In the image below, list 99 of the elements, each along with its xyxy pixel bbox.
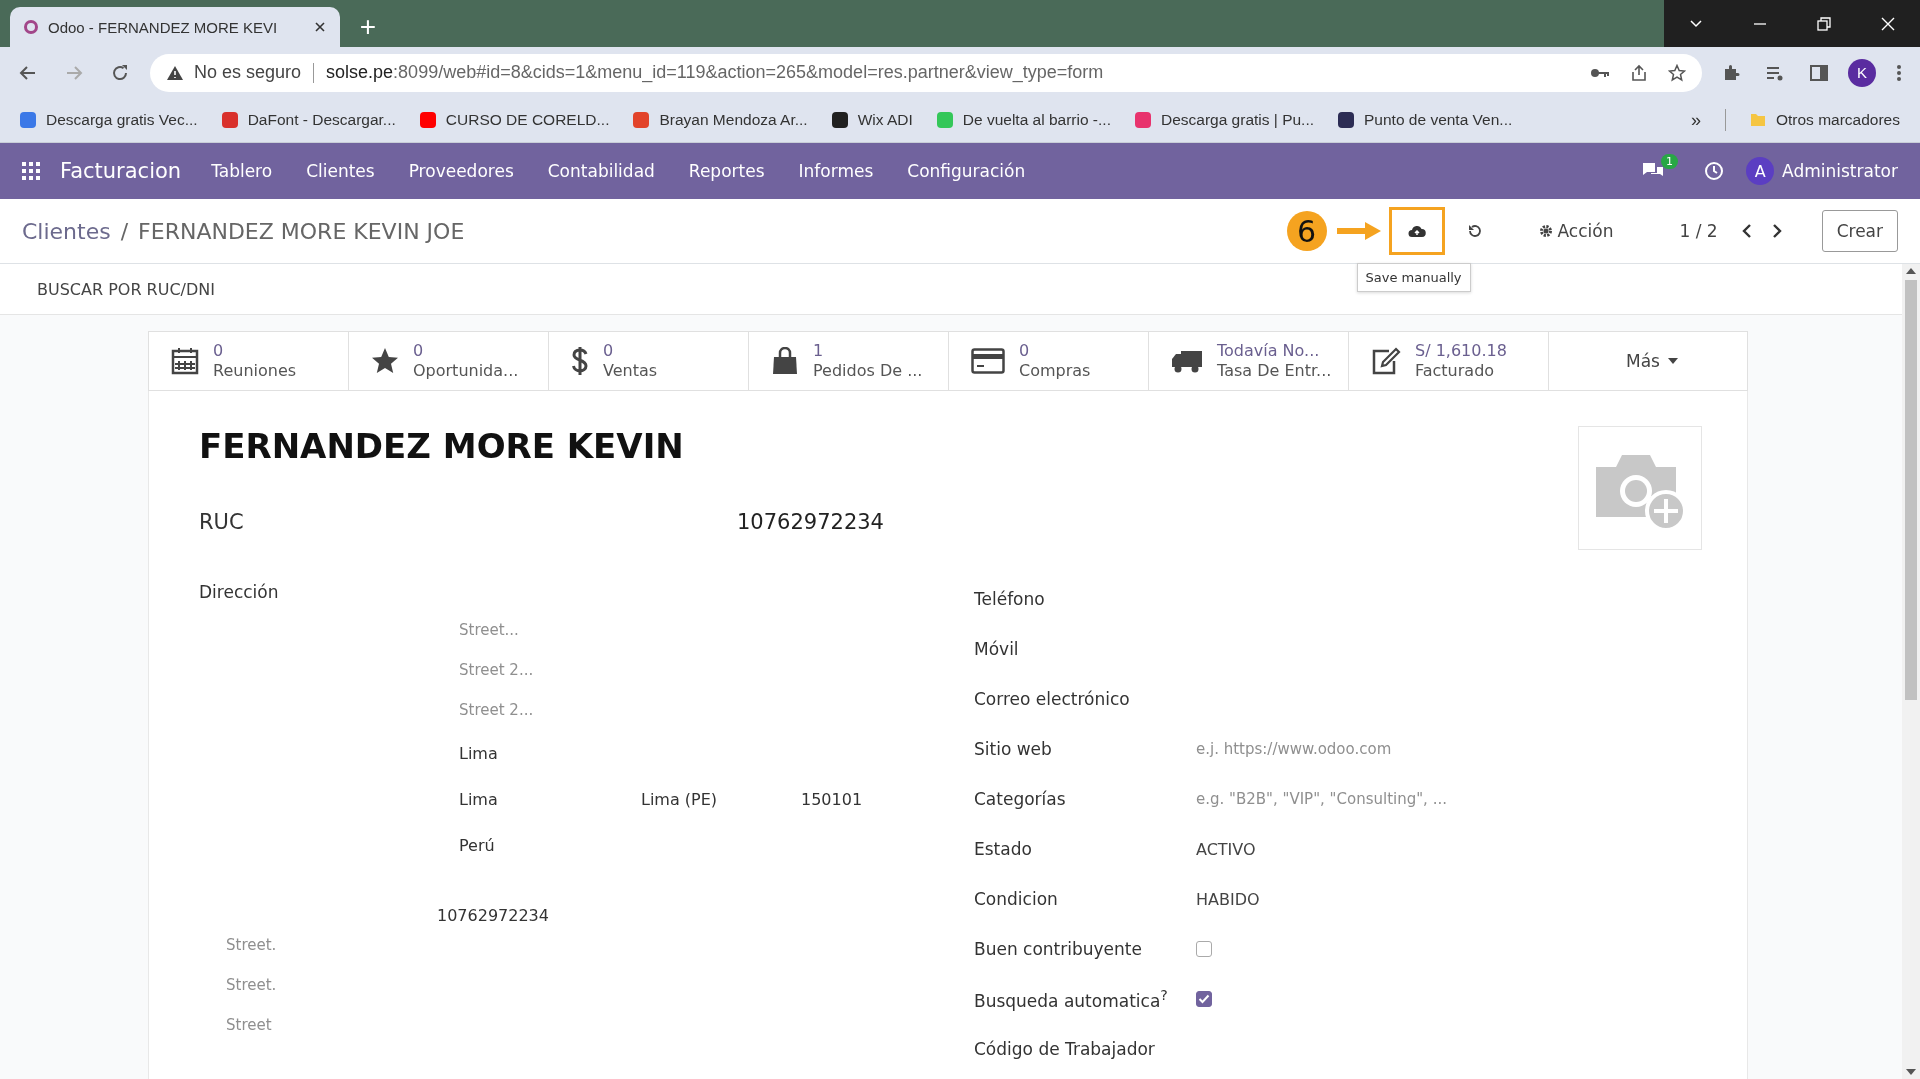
state-field[interactable]: Lima (PE) <box>641 776 801 822</box>
key-icon[interactable] <box>1590 66 1610 79</box>
step-number: 6 <box>1286 211 1327 251</box>
field-label: Sitio web <box>974 739 1053 759</box>
user-name[interactable]: Administrator <box>1782 161 1898 181</box>
zip-field[interactable]: 150101 <box>801 776 863 822</box>
card-icon <box>971 348 1005 374</box>
tooltip: Save manually <box>1356 263 1471 292</box>
checkbox[interactable] <box>1196 991 1212 1007</box>
scroll-up-icon[interactable] <box>1906 268 1916 274</box>
star-icon[interactable] <box>1668 63 1686 82</box>
bag-icon <box>771 347 799 375</box>
pager-value: 1 / 2 <box>1679 221 1718 241</box>
field-label: Estado <box>974 839 1033 859</box>
new-tab-button[interactable]: + <box>346 7 390 47</box>
field-label: Código de Trabajador <box>974 1039 1156 1059</box>
menu-item[interactable]: Contabilidad <box>547 161 655 181</box>
stat-button[interactable]: 0 Compras <box>949 332 1149 390</box>
field-value[interactable]: HABIDO <box>1196 889 1260 909</box>
input-field[interactable]: e.j. https://www.odoo.com <box>1196 729 1596 769</box>
dollar-icon <box>571 346 589 376</box>
gear-icon <box>1538 224 1553 238</box>
discard-icon[interactable] <box>1466 223 1483 239</box>
field-label: Busqueda automatica$^{?}$ <box>974 987 1169 1011</box>
bookmark[interactable]: DaFont - Descargar... <box>221 111 396 129</box>
browser-tab[interactable]: Odoo - FERNANDEZ MORE KEVI <box>10 7 340 47</box>
menu-item[interactable]: Proveedores <box>408 161 514 181</box>
field-label: Correo electrónico <box>974 689 1131 709</box>
stat-button[interactable]: Todavía No... Tasa De Entr... <box>1149 332 1349 390</box>
menu-item[interactable]: Reportes <box>688 161 765 181</box>
menu-item[interactable]: Configuración <box>907 161 1026 181</box>
bookmark[interactable]: CURSO DE CORELD... <box>419 111 610 129</box>
share-icon[interactable] <box>1630 63 1648 82</box>
stat-button[interactable]: 1 Pedidos De ... <box>749 332 949 390</box>
bookmark[interactable]: Wix ADI <box>831 111 913 129</box>
close-icon[interactable] <box>314 21 326 33</box>
odoo-icon <box>24 20 38 34</box>
bookmark[interactable]: De vuelta al barrio -... <box>936 111 1111 129</box>
stat-button[interactable]: 0 Reuniones <box>149 332 349 390</box>
street-field[interactable]: Street... <box>459 610 759 650</box>
bookmark[interactable]: Descarga gratis | Pu... <box>1134 111 1314 129</box>
caret-icon <box>1667 358 1678 364</box>
folder-icon <box>1749 113 1766 127</box>
stat-button[interactable]: 0 Ventas <box>549 332 749 390</box>
truck-icon <box>1171 348 1203 374</box>
scroll-down-icon[interactable] <box>1906 1069 1916 1075</box>
vat-field[interactable]: 10762972234 <box>437 906 549 925</box>
street-field[interactable]: Street. <box>226 965 526 1005</box>
field-label: Condicion <box>974 889 1059 909</box>
profile-avatar[interactable]: K <box>1848 58 1876 87</box>
street-field[interactable]: Street 2... <box>459 690 759 730</box>
country-field[interactable]: Perú <box>459 822 495 868</box>
calendar-icon <box>171 347 199 375</box>
pointer-arrow <box>1334 220 1383 242</box>
user-avatar[interactable]: A <box>1746 157 1775 185</box>
menu-item[interactable]: Informes <box>798 161 874 181</box>
breadcrumb-link[interactable]: Clientes <box>22 218 111 244</box>
checkbox[interactable] <box>1196 941 1212 957</box>
warning-icon <box>166 64 184 81</box>
bookmark[interactable]: Brayan Mendoza Ar... <box>633 111 808 129</box>
bookmark[interactable]: Descarga gratis Vec... <box>20 111 198 129</box>
apps-menu-icon[interactable] <box>22 162 40 180</box>
breadcrumb-current: FERNANDEZ MORE KEVIN JOE <box>138 218 465 244</box>
breadcrumb-separator: / <box>120 218 129 244</box>
scrollbar[interactable] <box>1902 264 1920 1079</box>
create-button[interactable]: Crear <box>1821 210 1898 252</box>
district-field[interactable]: Lima <box>459 730 498 776</box>
field-label: Móvil <box>974 639 1020 659</box>
cloud-upload-icon <box>1407 224 1426 238</box>
document-number[interactable]: 10762972234 <box>737 510 884 534</box>
street-field[interactable]: Street <box>226 1005 526 1045</box>
stat-button[interactable]: 0 Oportunida... <box>349 332 549 390</box>
action-button[interactable]: Acción <box>1532 220 1620 242</box>
menu-item[interactable]: Clientes <box>306 161 375 181</box>
city-field[interactable]: Lima <box>459 776 641 822</box>
address-bar[interactable]: No es seguro solse.pe:8099/web#id=8&cids=1&menu_id=119&action=265&model=res.partner&view_type=form <box>150 53 1702 92</box>
clock-icon[interactable] <box>1704 161 1725 181</box>
field-label: Teléfono <box>974 589 1046 609</box>
save-button[interactable] <box>1388 207 1445 255</box>
partner-name: FERNANDEZ MORE KEVIN <box>199 426 685 466</box>
app-name[interactable]: Facturacion <box>60 159 182 183</box>
previous-icon[interactable] <box>1741 224 1752 238</box>
star-icon <box>371 347 399 375</box>
street-field[interactable]: Street. <box>226 925 526 965</box>
search-by-id-label: BUSCAR POR RUC/DNI <box>37 279 215 299</box>
more-bookmarks-button[interactable]: » <box>1690 109 1701 131</box>
next-icon[interactable] <box>1771 224 1782 238</box>
bookmark-folder[interactable]: Otros marcadores <box>1749 111 1900 129</box>
input-field[interactable]: e.g. "B2B", "VIP", "Consulting", ... <box>1196 779 1596 819</box>
field-label: Categorías <box>974 789 1067 809</box>
document-type[interactable]: RUC <box>199 510 737 534</box>
bookmark[interactable]: Punto de venta Ven... <box>1338 111 1513 129</box>
notification-badge: 1 <box>1661 153 1679 169</box>
field-label: Dirección <box>199 582 280 602</box>
field-value[interactable]: ACTIVO <box>1196 839 1256 859</box>
street-field[interactable]: Street 2... <box>459 650 759 690</box>
menu-item[interactable]: Tablero <box>211 161 273 181</box>
field-label: Buen contribuyente <box>974 939 1143 959</box>
edit-icon <box>1371 347 1401 375</box>
